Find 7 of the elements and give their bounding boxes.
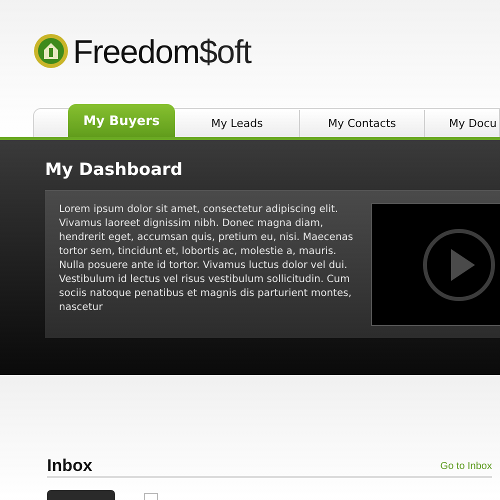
logo-text: Freedom$oft xyxy=(73,34,252,68)
play-icon xyxy=(423,229,495,301)
intro-paragraph: Lorem ipsum dolor sit amet, consectetur adipiscing elit. Vivamus laoreet dignissim nibh. Donec magna diam, hendrerit eget, accumsan quis, pretium eu, nisi. Maecenas tortor sem, tincidunt et, lobortis ac, molestie a, mauris. Nulla posuere ante id tortor. Vivamus luctus dolor vel dui. Vestibulum id lectus vel risus vestibulum sollicitudin. Cum sociis natoque penatibus et magnis dis parturient montes, nascetur xyxy=(59,203,354,315)
logo-icon xyxy=(33,33,69,69)
video-player[interactable] xyxy=(371,203,500,326)
dashboard-title: My Dashboard xyxy=(45,162,184,182)
inbox-title: Inbox xyxy=(47,457,92,474)
